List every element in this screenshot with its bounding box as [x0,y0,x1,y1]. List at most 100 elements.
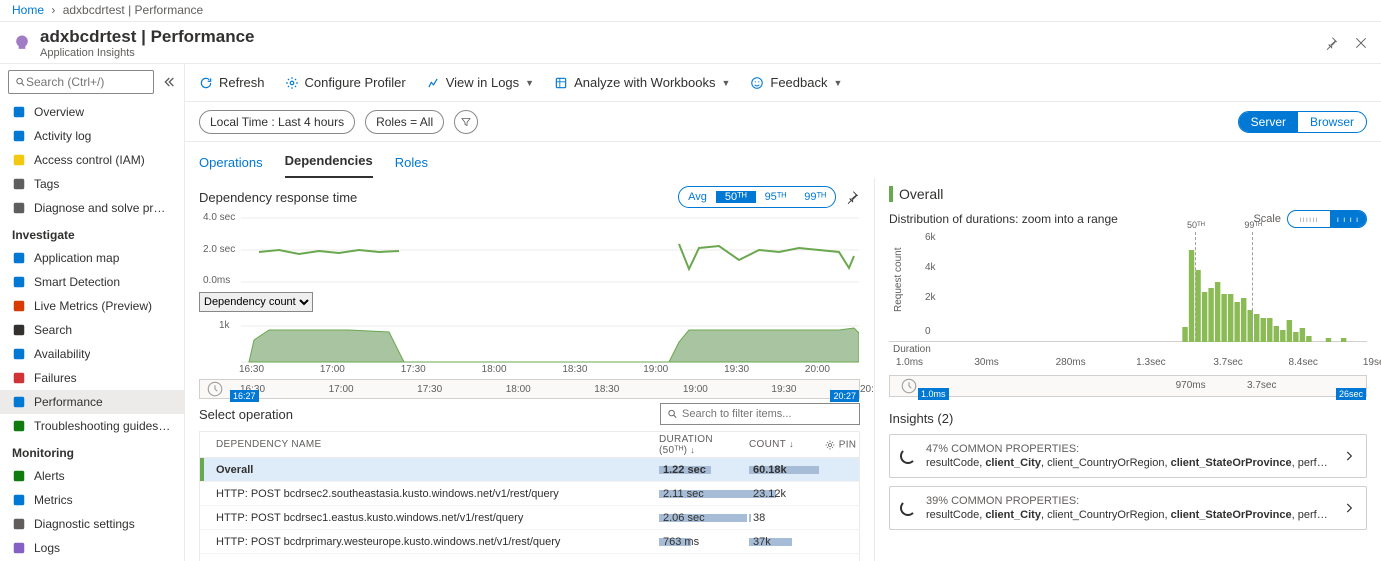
time-range-pill[interactable]: Local Time : Last 4 hours [199,110,355,134]
sidebar-item-tags[interactable]: Tags [0,172,184,196]
sidebar-item-label: Diagnose and solve problems [34,201,172,215]
sidebar-item-performance[interactable]: Performance [0,390,184,414]
sidebar-item-label: Overview [34,105,84,119]
sidebar-item-troubleshooting-guides-pre-[interactable]: Troubleshooting guides (pre… [0,414,184,438]
sidebar-item-application-map[interactable]: Application map [0,246,184,270]
pin-icon[interactable] [1323,35,1339,51]
sidebar-item-diagnostic-settings[interactable]: Diagnostic settings [0,512,184,536]
analyze-workbooks-button[interactable]: Analyze with Workbooks ▼ [554,75,730,90]
insight-card[interactable]: 47% COMMON PROPERTIES:resultCode, client… [889,434,1367,478]
xtick: 18:30 [562,364,587,375]
view-in-logs-button[interactable]: View in Logs ▼ [426,75,534,90]
brush-handle-right[interactable]: 20:27 [830,390,859,402]
col-pin[interactable]: PIN [819,439,859,451]
roles-pill[interactable]: Roles = All [365,110,444,134]
response-time-chart[interactable]: 4.0 sec 2.0 sec 0.0ms [199,208,860,286]
sidebar-item-failures[interactable]: Failures [0,366,184,390]
logs-icon [426,76,440,90]
sidebar-item-metrics[interactable]: Metrics [0,488,184,512]
sidebar-item-overview[interactable]: Overview [0,100,184,124]
workbooks-label: Analyze with Workbooks [574,75,715,90]
brush2-handle-left[interactable]: 1.0ms [918,388,949,400]
sidebar-item-logs[interactable]: Logs [0,536,184,560]
scale-linear[interactable]: ıııııı [1288,211,1330,227]
toolbar: Refresh Configure Profiler View in Logs … [185,64,1381,102]
table-row[interactable]: HTTP: POST login.microsoftonline.com/72f… [200,554,859,561]
sidebar-item-alerts[interactable]: Alerts [0,464,184,488]
histogram-brush[interactable]: 970ms 3.7sec 1.0ms 26sec [889,375,1367,397]
brush-handle-left[interactable]: 16:27 [230,390,259,402]
scale-toggle[interactable]: Scale ııııııı ı ı ı [1253,210,1367,228]
brush-tick: 20:00 [860,384,875,395]
chart-x-axis: 16:3017:0017:3018:0018:3019:0019:3020:00 [199,364,860,375]
dependency-count-select[interactable]: Dependency count [199,292,860,312]
pin-chart-icon[interactable] [844,189,860,205]
toggle-server[interactable]: Server [1239,112,1298,132]
table-row[interactable]: HTTP: POST bcdrprimary.westeurope.kusto.… [200,530,859,554]
sidebar-item-smart-detection[interactable]: Smart Detection [0,270,184,294]
table-filter-input[interactable] [682,408,853,420]
percentile-avg[interactable]: Avg [679,191,716,203]
ytick: 4.0 sec [203,212,235,223]
distribution-title: Distribution of durations: zoom into a r… [889,212,1118,226]
breadcrumb-home[interactable]: Home [12,3,44,17]
sidebar-collapse-icon[interactable] [160,74,176,90]
tab-operations[interactable]: Operations [199,147,263,178]
tab-roles[interactable]: Roles [395,147,428,178]
feedback-button[interactable]: Feedback ▼ [750,75,842,90]
scale-log[interactable]: ı ı ı ı [1330,211,1366,227]
table-row[interactable]: HTTP: POST bcdrsec2.southeastasia.kusto.… [200,482,859,506]
dependency-count-dropdown[interactable]: Dependency count [199,292,313,312]
feedback-label: Feedback [770,75,827,90]
histogram[interactable]: Request count 6k 4k 2k 0 [889,232,1367,342]
table-row[interactable]: HTTP: POST bcdrsec1.eastus.kusto.windows… [200,506,859,530]
col-duration[interactable]: DURATION (50ᵀᴴ)↓ [659,434,749,456]
insight-card[interactable]: 39% COMMON PROPERTIES:resultCode, client… [889,486,1367,530]
smart-icon [12,275,26,289]
sidebar-item-diagnose-and-solve-problems[interactable]: Diagnose and solve problems [0,196,184,220]
percentile-50[interactable]: 50ᵀᴴ [716,191,756,203]
hist-ytick: 0 [925,326,931,337]
sidebar-item-activity-log[interactable]: Activity log [0,124,184,148]
diagnose-icon [12,201,26,215]
col-count[interactable]: COUNT↓ [749,439,819,450]
table-filter[interactable] [660,403,860,425]
sidebar-item-availability[interactable]: Availability [0,342,184,366]
page-header: adxbcdrtest | Performance Application In… [0,22,1381,64]
server-browser-toggle[interactable]: Server Browser [1238,111,1367,133]
brush2-handle-right[interactable]: 26sec [1336,388,1366,400]
cell-count: 38 [749,512,819,524]
sidebar-search[interactable] [8,70,154,94]
brush-tick: 19:30 [771,384,796,395]
time-brush[interactable]: 16:3017:0017:3018:0018:3019:0019:3020:00… [199,379,860,399]
sidebar-item-access-control-iam-[interactable]: Access control (IAM) [0,148,184,172]
sidebar-item-live-metrics-preview-[interactable]: Live Metrics (Preview) [0,294,184,318]
filter-pill[interactable] [454,110,478,134]
refresh-icon [199,76,213,90]
ytick: 2.0 sec [203,244,235,255]
right-pane: Overall Distribution of durations: zoom … [875,178,1381,561]
sidebar-search-input[interactable] [26,75,147,89]
left-pane: Dependency response time Avg 50ᵀᴴ 95ᵀᴴ 9… [185,178,875,561]
xtick: 20:00 [805,364,830,375]
breadcrumb-current: adxbcdrtest | Performance [63,3,204,17]
nav-group-investigate: Investigate [0,220,184,246]
select-operation-label: Select operation [199,407,660,422]
col-dependency-name[interactable]: DEPENDENCY NAME [200,439,659,450]
percentile-99[interactable]: 99ᵀᴴ [795,191,835,203]
insight-percent: 39% COMMON PROPERTIES: [926,495,1332,507]
metrics-icon [12,493,26,507]
page-subtitle: Application Insights [40,47,1309,59]
configure-profiler-button[interactable]: Configure Profiler [285,75,406,90]
toggle-browser[interactable]: Browser [1298,112,1366,132]
sidebar-item-search[interactable]: Search [0,318,184,342]
percentile-toggle[interactable]: Avg 50ᵀᴴ 95ᵀᴴ 99ᵀᴴ [678,186,836,208]
refresh-button[interactable]: Refresh [199,75,265,90]
dependency-count-chart[interactable]: 1k [199,318,860,364]
logs-icon [12,541,26,555]
tab-dependencies[interactable]: Dependencies [285,145,373,178]
table-row[interactable]: Overall1.22 sec60.18k [200,458,859,482]
close-icon[interactable] [1353,35,1369,51]
iam-icon [12,153,26,167]
percentile-95[interactable]: 95ᵀᴴ [756,191,796,203]
